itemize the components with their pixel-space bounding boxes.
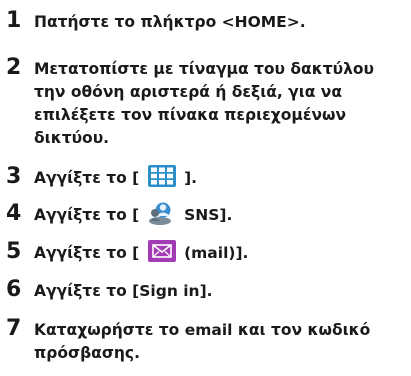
step-text-line: Μετατοπίστε με τίναγμα του δακτύλου bbox=[34, 60, 374, 78]
step-text-line: δικτύου. bbox=[34, 129, 110, 147]
apps-grid-icon bbox=[147, 164, 177, 188]
step-number: 7 bbox=[6, 316, 22, 341]
step-text: Αγγίξτε το [ (mail)]. bbox=[34, 239, 406, 265]
step-text: Αγγίξτε το [Sign in]. bbox=[34, 280, 406, 303]
step-text-after: ]. bbox=[184, 169, 198, 187]
step-text-line: Καταχωρήστε το email και τον κωδικό bbox=[34, 321, 371, 339]
step-number: 6 bbox=[6, 277, 22, 302]
step-text-line: Αγγίξτε το [Sign in]. bbox=[34, 282, 213, 300]
step-text: Αγγίξτε το [ SNS]. bbox=[34, 201, 406, 227]
step-number: 5 bbox=[6, 239, 22, 264]
step-text: Μετατοπίστε με τίναγμα του δακτύλου την … bbox=[34, 58, 406, 150]
instruction-steps: 1 Πατήστε το πλήκτρο <HOME>. 2 Μετατοπίσ… bbox=[0, 0, 411, 376]
step-text: Πατήστε το πλήκτρο <HOME>. bbox=[34, 11, 406, 34]
step-text-line: επιλέξετε τον πίνακα περιεχομένων bbox=[34, 106, 347, 124]
step-text-before: Αγγίξτε το [ bbox=[34, 206, 140, 224]
step-number: 4 bbox=[6, 201, 22, 226]
step-number: 1 bbox=[6, 8, 22, 33]
step-text: Καταχωρήστε το email και τον κωδικό πρόσ… bbox=[34, 319, 406, 365]
step-text-line: την οθόνη αριστερά ή δεξιά, για να bbox=[34, 83, 343, 101]
sns-icon bbox=[147, 201, 177, 225]
step-text-before: Αγγίξτε το [ bbox=[34, 244, 140, 262]
step-text: Αγγίξτε το []. bbox=[34, 164, 406, 190]
step-text-after: (mail)]. bbox=[184, 244, 249, 262]
step-text-after: SNS]. bbox=[184, 206, 233, 224]
step-number: 2 bbox=[6, 55, 22, 80]
mail-icon bbox=[147, 239, 177, 263]
step-text-line: Πατήστε το πλήκτρο <HOME>. bbox=[34, 13, 306, 31]
step-text-line: πρόσβασης. bbox=[34, 344, 141, 362]
step-number: 3 bbox=[6, 164, 22, 189]
step-text-before: Αγγίξτε το [ bbox=[34, 169, 140, 187]
